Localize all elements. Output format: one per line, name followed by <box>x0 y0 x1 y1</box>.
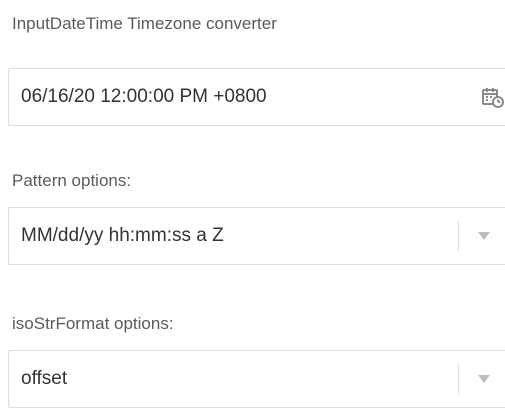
input-date-time-label: InputDateTime Timezone converter <box>12 14 277 33</box>
isostrformat-options-label: isoStrFormat options: <box>12 314 174 333</box>
pattern-options-selected-value[interactable]: MM/dd/yy hh:mm:ss a Z <box>21 225 224 247</box>
input-date-time-value[interactable]: 06/16/20 12:00:00 PM +0800 <box>21 86 267 108</box>
chevron-down-icon[interactable] <box>478 232 490 240</box>
input-date-time-field[interactable]: 06/16/20 12:00:00 PM +0800 <box>8 68 505 126</box>
chevron-down-icon[interactable] <box>478 375 490 383</box>
select-divider <box>458 220 459 252</box>
page: InputDateTime Timezone converter 06/16/2… <box>0 0 505 409</box>
pattern-options-label: Pattern options: <box>12 171 132 190</box>
select-divider <box>458 363 459 395</box>
calendar-clock-icon[interactable] <box>481 85 505 109</box>
isostrformat-options-selected-value[interactable]: offset <box>21 368 67 390</box>
isostrformat-options-select[interactable]: offset <box>8 350 505 408</box>
pattern-options-select[interactable]: MM/dd/yy hh:mm:ss a Z <box>8 207 505 265</box>
